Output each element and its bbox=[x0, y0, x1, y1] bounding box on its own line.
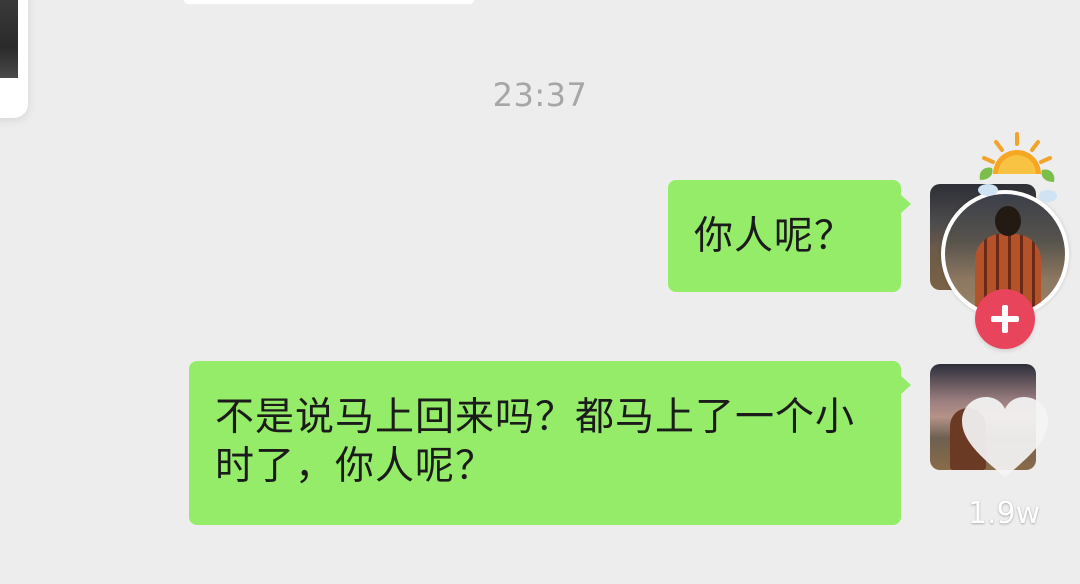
message-text: 不是说马上回来吗？都马上了一个小时了，你人呢？ bbox=[215, 395, 856, 489]
message-timestamp: 23:37 bbox=[492, 76, 588, 114]
message-text: 你人呢？ bbox=[694, 214, 855, 259]
message-bubble[interactable]: 你人呢？ bbox=[668, 180, 911, 292]
message-bubble[interactable]: 不是说马上回来吗？都马上了一个小时了，你人呢？ bbox=[189, 361, 911, 525]
sun-icon bbox=[978, 132, 1057, 202]
plus-icon bbox=[991, 305, 1019, 333]
heart-icon[interactable] bbox=[958, 393, 1052, 481]
like-count: 1.9w bbox=[967, 496, 1041, 531]
avatar-figure-head bbox=[995, 206, 1021, 236]
panel-thumbnail bbox=[0, 0, 18, 78]
previous-message-bubble bbox=[183, 0, 475, 4]
follow-button[interactable] bbox=[975, 289, 1035, 349]
